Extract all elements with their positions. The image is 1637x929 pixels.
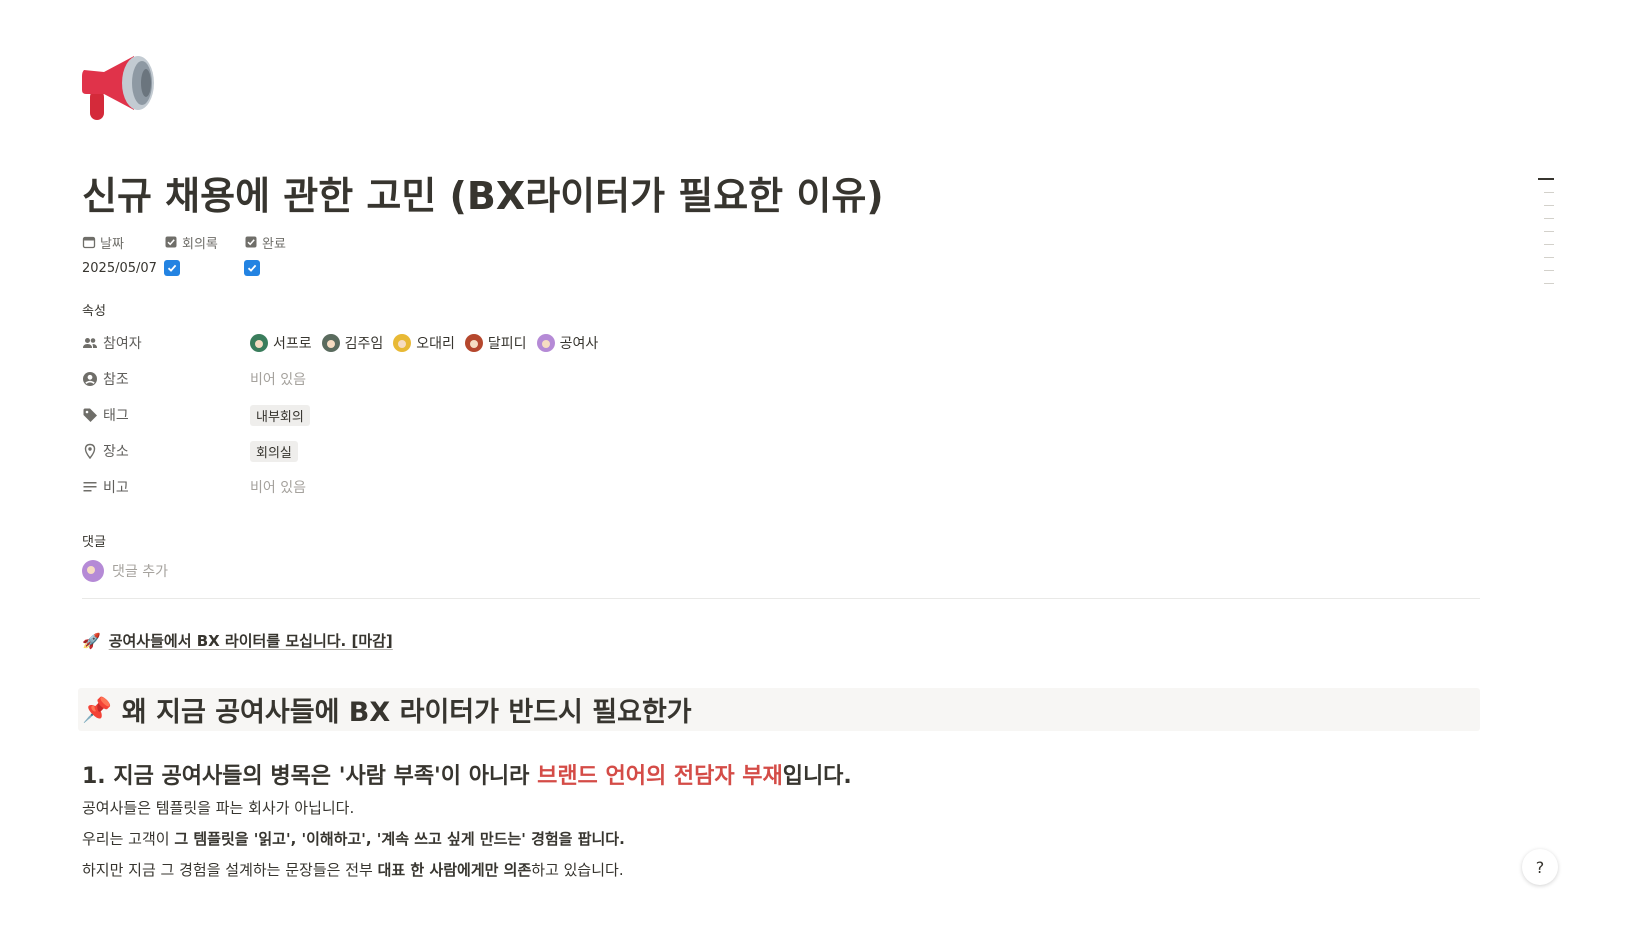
checkbox-icon [245,236,257,248]
done-property[interactable]: 완료 [244,232,286,278]
note-property: 비고 비어 있음 [82,472,882,502]
notice-link[interactable]: 🚀 공여사들에서 BX 라이터를 모십니다. [마감] [82,630,393,651]
paragraph-1: 공여사들은 템플릿을 파는 회사가 아닙니다. [82,799,355,817]
section-heading: 1. 지금 공여사들의 병목은 '사람 부족'이 아니라 브랜드 언어의 전담자… [82,764,852,789]
avatar [393,334,412,352]
participant-chip[interactable]: 달피디 [464,333,527,353]
heading-highlight: 브랜드 언어의 전담자 부재 [537,764,783,789]
done-label: 완료 [262,236,286,252]
megaphone-icon[interactable] [82,54,162,126]
participant-name: 김주임 [344,336,384,352]
minutes-checkbox[interactable] [164,260,180,276]
reference-label: 참조 [103,372,129,388]
paragraph-2: 우리는 고객이 그 템플릿을 '읽고', '이해하고', '계속 쓰고 싶게 만… [82,830,625,848]
participants-value[interactable]: 서프로 김주임 오대리 달피디 공여사 [250,333,608,353]
table-of-contents[interactable] [1538,178,1556,296]
minutes-property[interactable]: 회의록 [164,232,218,278]
note-label: 비고 [103,480,129,496]
tags-label: 태그 [103,408,129,424]
note-value[interactable]: 비어 있음 [250,477,306,497]
avatar [464,334,483,352]
pushpin-icon: 📌 [82,695,112,724]
rocket-icon: 🚀 [82,631,101,650]
people-icon [83,338,97,348]
checkbox-icon [165,236,177,248]
avatar [82,560,104,582]
avatar [250,334,268,352]
done-checkbox[interactable] [244,260,260,276]
tag-meeting-room[interactable]: 회의실 [250,440,298,462]
participants-label: 참여자 [103,336,142,352]
date-property[interactable]: 날짜 2025/05/07 [82,232,157,278]
date-label: 날짜 [100,236,124,252]
tag-internal-meeting[interactable]: 내부회의 [250,404,310,426]
participant-name: 오대리 [416,336,455,352]
notice-text[interactable]: 공여사들에서 BX 라이터를 모십니다. [마감] [109,630,393,651]
properties-section-label: 속성 [82,304,106,319]
check-icon [167,264,177,272]
check-icon [247,264,257,272]
comment-composer[interactable]: 댓글 추가 [82,560,168,582]
paragraph-3: 하지만 지금 그 경험을 설계하는 문장들은 전부 대표 한 사람에게만 의존하… [82,861,624,879]
calendar-icon [82,236,96,249]
place-property: 장소 회의실 [82,436,882,466]
text-lines-icon [83,482,97,492]
help-label: ? [1535,857,1545,877]
participants-property: 참여자 서프로 김주임 오대리 달피디 공여사 [82,328,882,358]
date-value[interactable]: 2025/05/07 [82,258,157,278]
participant-chip[interactable]: 공여사 [536,333,599,353]
participant-chip[interactable]: 김주임 [321,333,384,353]
participant-name: 공여사 [559,336,599,352]
reference-value[interactable]: 비어 있음 [250,369,306,389]
comments-section-label: 댓글 [82,535,106,550]
tags-property: 태그 내부회의 [82,400,882,430]
callout-heading: 📌 왜 지금 공여사들에 BX 라이터가 반드시 필요한가 [78,688,1480,731]
divider [82,598,1480,599]
minutes-label: 회의록 [182,236,218,252]
comment-input[interactable]: 댓글 추가 [112,561,168,581]
page-title[interactable]: 신규 채용에 관한 고민 (BX라이터가 필요한 이유) [82,170,884,222]
participant-name: 서프로 [273,336,312,352]
participant-name: 달피디 [487,336,527,352]
avatar [321,334,340,352]
help-button[interactable]: ? [1522,849,1558,885]
reference-property: 참조 비어 있음 [82,364,882,394]
participant-chip[interactable]: 서프로 [250,333,312,353]
place-label: 장소 [103,444,129,460]
participant-chip[interactable]: 오대리 [393,333,455,353]
callout-text: 왜 지금 공여사들에 BX 라이터가 반드시 필요한가 [121,697,692,728]
tag-icon [83,408,97,422]
avatar [536,334,555,352]
person-circle-icon [83,372,97,386]
location-pin-icon [84,443,96,459]
